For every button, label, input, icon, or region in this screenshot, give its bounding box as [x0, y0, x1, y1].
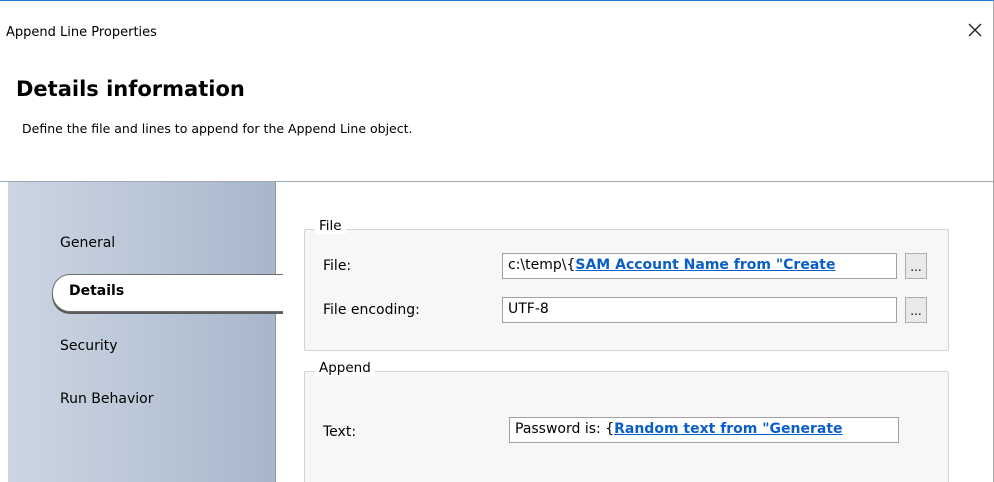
sidebar-item-details[interactable]: Details	[8, 274, 283, 312]
title-bar: Append Line Properties	[0, 1, 993, 45]
sidebar-item-label: General	[60, 235, 116, 251]
file-encoding-value: UTF-8	[508, 301, 549, 317]
file-encoding-input[interactable]: UTF-8	[502, 297, 897, 323]
text-input[interactable]: Password is: {Random text from "Generate	[509, 417, 899, 443]
text-value-token[interactable]: Random text from "Generate	[614, 421, 842, 437]
file-group: File File: c:\temp\{SAM Account Name fro…	[304, 218, 949, 351]
close-button[interactable]	[957, 15, 993, 45]
sidebar-item-security[interactable]: Security	[8, 329, 275, 365]
page-header: Details information Define the file and …	[0, 73, 993, 181]
text-value-prefix: Password is: {	[515, 421, 615, 437]
sidebar-item-label: Details	[69, 283, 125, 299]
sidebar-item-general[interactable]: General	[8, 226, 275, 262]
append-line-properties-dialog: Append Line Properties Details informati…	[0, 0, 994, 482]
file-value-token[interactable]: SAM Account Name from "Create	[575, 257, 835, 273]
sidebar-item-run-behavior[interactable]: Run Behavior	[8, 382, 275, 418]
file-encoding-label: File encoding:	[323, 302, 420, 318]
file-browse-button[interactable]: ...	[905, 253, 927, 279]
sidebar-item-label: Security	[60, 338, 118, 354]
append-group-legend: Append	[315, 360, 375, 376]
file-input[interactable]: c:\temp\{SAM Account Name from "Create	[502, 253, 897, 279]
page-title: Details information	[16, 77, 245, 101]
sidebar-item-label: Run Behavior	[60, 391, 154, 407]
window-title: Append Line Properties	[6, 25, 157, 40]
append-group: Append Text: Password is: {Random text f…	[304, 360, 949, 482]
text-label: Text:	[323, 424, 357, 440]
file-encoding-browse-button[interactable]: ...	[905, 297, 927, 323]
page-subtitle: Define the file and lines to append for …	[22, 121, 413, 136]
file-group-legend: File	[315, 218, 346, 234]
file-label: File:	[323, 258, 352, 274]
sidebar: General Details Security Run Behavior	[8, 182, 283, 482]
close-icon	[968, 23, 982, 37]
file-value-prefix: c:\temp\{	[508, 257, 576, 273]
